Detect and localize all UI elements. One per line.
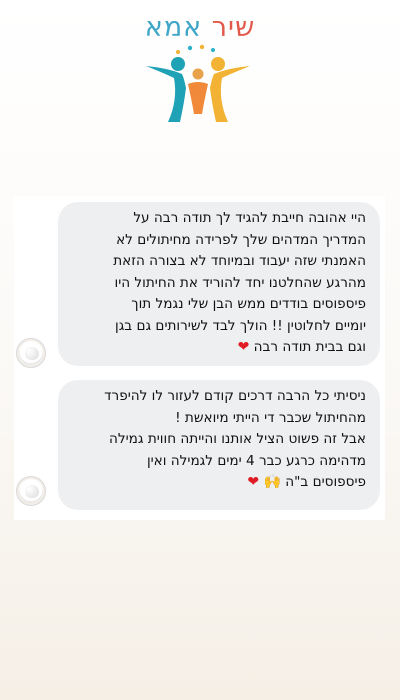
chat-screenshot: היי אהובה חייבת להגיד לך תודה רבה על המד… (14, 196, 385, 520)
message-line: ניסיתי כל הרבה דרכים קודם לעזור לו להיפר… (104, 388, 366, 404)
message-line: מהרגע שהחלטנו יחד להוריד את החיתול היו (114, 274, 366, 291)
message-line: מדהימה כרגע כבר 4 ימים לגמילה ואין (146, 452, 366, 469)
brand-word-2: אמא (144, 12, 203, 43)
message-line: אבל זה פשוט הציל אותנו והייתה חווית גמיל… (109, 431, 366, 447)
brand-logo: שיר אמא (0, 6, 400, 126)
sender-avatar (16, 338, 46, 368)
message-line: המדריך המדהים שלך לפרידה מחיתולים לא (116, 231, 366, 248)
message-line: פיספוסים ב"ה 🙌 ❤ (70, 472, 366, 494)
message-line-text: פיספוסים ב"ה (285, 474, 366, 490)
raised-hands-icon: 🙌 (263, 474, 281, 490)
message-line: פיספוסים בודדים ממש הבן שלי נגמל תוך (131, 296, 366, 312)
message-line: וגם בבית תודה רבה ❤ (70, 337, 366, 359)
message-bubble: היי אהובה חייבת להגיד לך תודה רבה על המד… (58, 202, 380, 366)
testimonial-screen: שיר אמא היי אהובה חייבת להגיד לך תודה רב… (0, 0, 400, 700)
family-figures-icon (146, 44, 250, 122)
message-line: מהחיתול שכבר די הייתי מיואשת ! (175, 409, 366, 426)
message-line-text: וגם בבית תודה רבה (253, 339, 366, 355)
sender-avatar (16, 476, 46, 506)
heart-icon: ❤ (247, 474, 260, 490)
message-line: יומיים לחלוטין !! הולך לבד לשירותים גם ב… (115, 317, 366, 334)
brand-wordmark: שיר אמא (0, 12, 400, 43)
message-bubble: ניסיתי כל הרבה דרכים קודם לעזור לו להיפר… (58, 380, 380, 510)
message-line: האמנתי שזה יעבוד ובמיוחד לא בצורה הזאת (113, 253, 366, 269)
message-line: היי אהובה חייבת להגיד לך תודה רבה על (133, 210, 366, 226)
brand-word-1: שיר (211, 12, 256, 43)
heart-icon: ❤ (237, 339, 250, 355)
